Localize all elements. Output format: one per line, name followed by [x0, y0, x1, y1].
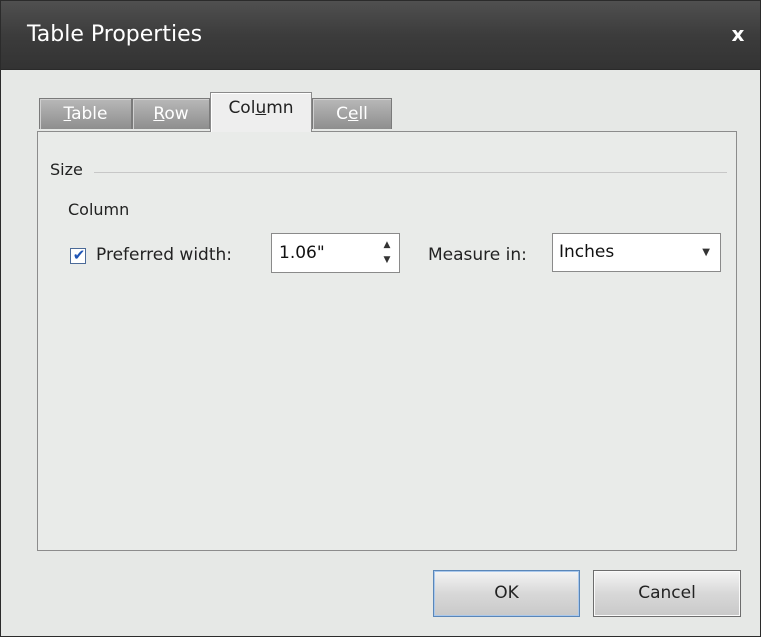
tab-column-label-pre: Col	[228, 98, 256, 118]
column-subgroup-title: Column	[68, 200, 130, 219]
tab-row-label-post: ow	[164, 104, 189, 124]
dialog-title: Table Properties	[27, 22, 203, 47]
tab-cell[interactable]: Cell	[312, 98, 392, 129]
tab-cell-accelerator: e	[347, 104, 359, 124]
spin-up-arrow-icon[interactable]: ▲	[379, 238, 395, 252]
tab-column-label-post: mn	[266, 98, 294, 118]
tab-cell-label-pre: C	[336, 104, 348, 124]
cancel-button[interactable]: Cancel	[593, 570, 741, 617]
tab-cell-label-post: ll	[358, 104, 368, 124]
tab-table-accelerator: T	[63, 104, 72, 124]
preferred-width-spinbox[interactable]: ▲ ▼	[271, 233, 400, 273]
chevron-down-icon[interactable]: ▼	[702, 244, 710, 262]
size-group-title: Size	[50, 160, 83, 179]
spin-buttons: ▲ ▼	[379, 238, 395, 268]
tab-row[interactable]: Row	[132, 98, 210, 129]
tab-table[interactable]: Table	[39, 98, 132, 129]
measure-in-value: Inches	[559, 242, 615, 262]
measure-in-dropdown[interactable]: Inches ▼	[552, 233, 721, 272]
spin-down-arrow-icon[interactable]: ▼	[379, 253, 395, 267]
ok-button[interactable]: OK	[433, 570, 580, 617]
preferred-width-checkbox[interactable]: ✔	[70, 246, 86, 264]
dialog-body: Table Row Column Cell Size Column ✔ Pref…	[9, 70, 752, 628]
tab-row-accelerator: R	[153, 104, 165, 124]
check-icon: ✔	[72, 246, 86, 264]
column-tab-panel: Size Column ✔ Preferred width: ▲ ▼ Measu…	[37, 131, 737, 551]
preferred-width-input[interactable]	[279, 242, 359, 264]
table-properties-dialog: Table Properties x Table Row Column Cell…	[0, 0, 761, 637]
tab-table-label-post: able	[71, 104, 108, 124]
tab-column[interactable]: Column	[210, 92, 312, 132]
tab-column-accelerator: u	[255, 98, 267, 118]
group-divider	[94, 172, 727, 173]
measure-in-label: Measure in:	[428, 245, 527, 265]
close-icon[interactable]: x	[724, 18, 752, 50]
preferred-width-label[interactable]: Preferred width:	[96, 244, 232, 266]
title-bar[interactable]: Table Properties x	[1, 1, 760, 70]
